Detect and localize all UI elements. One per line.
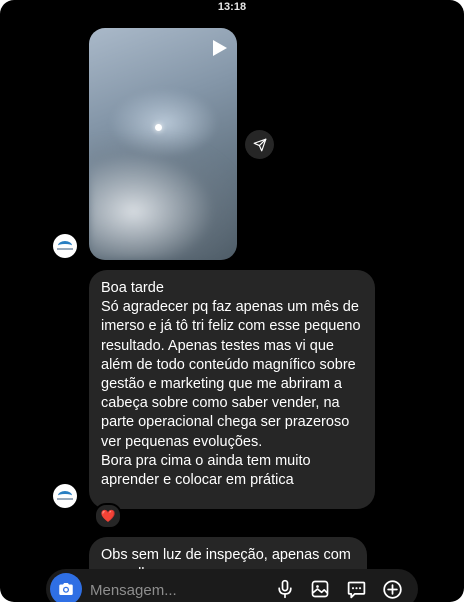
video-blur [89, 138, 237, 260]
gallery-button[interactable] [309, 578, 331, 600]
avatar-logo-text [57, 248, 73, 250]
heart-reaction[interactable]: ❤️ [94, 503, 122, 529]
camera-icon [59, 583, 73, 595]
gallery-icon [311, 580, 329, 598]
play-icon[interactable] [209, 38, 229, 58]
camera-button[interactable] [50, 573, 82, 602]
avatar[interactable] [53, 234, 77, 258]
message-composer [46, 569, 418, 602]
share-icon [253, 138, 266, 151]
message-closing: Bora pra cima o ainda tem muito aprender… [101, 452, 311, 489]
microphone-button[interactable] [274, 578, 296, 600]
chat-screen: 13:18 Boa tarde Só agradecer pq faz apen… [0, 0, 464, 602]
sticker-button[interactable] [345, 578, 367, 600]
sticker-icon [347, 581, 365, 598]
video-message[interactable] [89, 28, 237, 260]
avatar-logo-text [57, 498, 73, 500]
plus-icon [382, 579, 402, 599]
plus-button[interactable] [381, 578, 403, 600]
message-input[interactable] [90, 580, 270, 600]
microphone-icon [278, 579, 292, 599]
heart-icon: ❤️ [100, 509, 116, 523]
share-button[interactable] [245, 130, 274, 159]
status-time: 13:18 [217, 1, 247, 13]
message-body: Só agradecer pq faz apenas um mês de ime… [101, 299, 361, 450]
message-bubble[interactable]: Boa tarde Só agradecer pq faz apenas um … [89, 270, 375, 509]
video-light-spot [155, 124, 162, 131]
message-greeting: Boa tarde [101, 280, 164, 296]
avatar[interactable] [53, 484, 77, 508]
